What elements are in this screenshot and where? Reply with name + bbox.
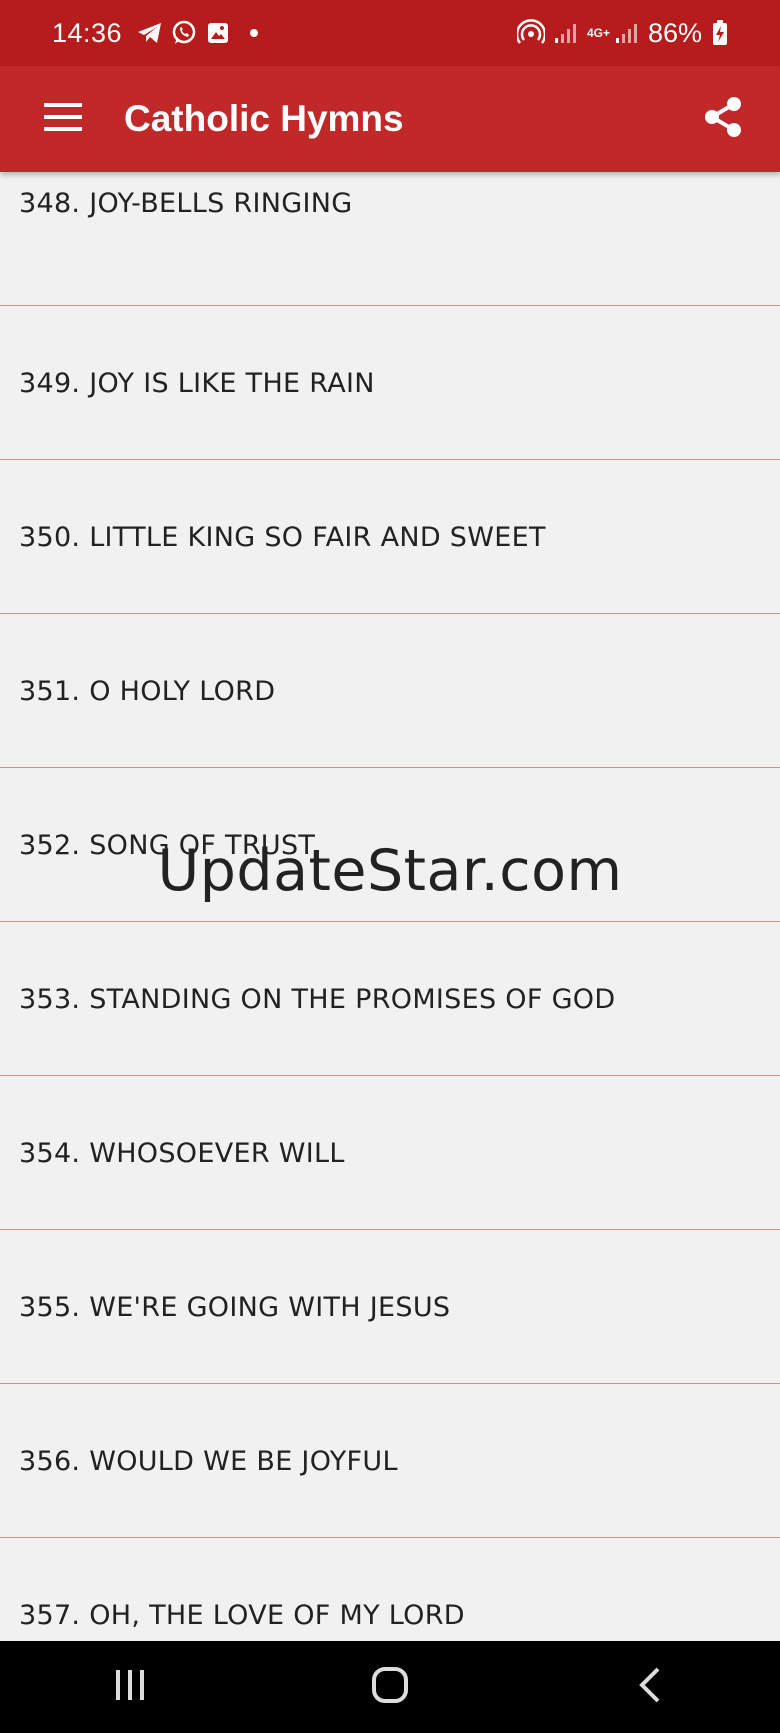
home-button[interactable] xyxy=(345,1647,435,1727)
hymn-list-item[interactable]: 357. OH, THE LOVE OF MY LORD xyxy=(0,1538,780,1641)
share-icon xyxy=(703,96,743,143)
hymn-list-item[interactable]: 349. JOY IS LIKE THE RAIN xyxy=(0,306,780,460)
share-button[interactable] xyxy=(692,88,754,150)
hymn-list-item[interactable]: 355. WE'RE GOING WITH JESUS xyxy=(0,1230,780,1384)
hymn-title: 355. WE'RE GOING WITH JESUS xyxy=(19,1292,451,1323)
home-icon xyxy=(372,1666,408,1708)
status-left: 14:36 xyxy=(52,17,259,49)
hymn-title: 356. WOULD WE BE JOYFUL xyxy=(19,1446,398,1477)
page-title: Catholic Hymns xyxy=(124,98,404,139)
hymn-title: 353. STANDING ON THE PROMISES OF GOD xyxy=(19,984,616,1015)
notification-dot xyxy=(250,29,259,37)
hymn-title: 348. JOY-BELLS RINGING xyxy=(19,188,353,219)
status-time: 14:36 xyxy=(52,17,123,48)
recents-icon xyxy=(113,1669,147,1705)
recents-button[interactable] xyxy=(85,1647,175,1727)
hamburger-menu-icon xyxy=(44,102,82,136)
status-bar: 14:36 4G+ 86% xyxy=(0,0,780,66)
hymn-list-item[interactable]: 352. SONG OF TRUST xyxy=(0,768,780,922)
hymn-title: 352. SONG OF TRUST xyxy=(19,830,316,861)
signal-icon xyxy=(551,19,579,47)
whatsapp-icon xyxy=(170,19,198,47)
hymn-title: 351. O HOLY LORD xyxy=(19,676,276,707)
hymn-list-item[interactable]: 356. WOULD WE BE JOYFUL xyxy=(0,1384,780,1538)
hymn-title: 357. OH, THE LOVE OF MY LORD xyxy=(19,1600,465,1631)
hotspot-icon xyxy=(516,19,545,47)
signal-icon xyxy=(612,19,640,47)
battery-charging-icon xyxy=(706,19,734,47)
status-right: 4G+ 86% xyxy=(516,17,740,49)
menu-button[interactable] xyxy=(32,88,94,150)
hymn-list: 348. JOY-BELLS RINGING 349. JOY IS LIKE … xyxy=(0,172,780,1641)
battery-percent: 86% xyxy=(647,17,702,48)
app-bar: Catholic Hymns xyxy=(0,66,780,172)
gallery-icon xyxy=(204,19,232,47)
navigation-bar xyxy=(0,1641,780,1733)
hymn-list-item[interactable]: 350. LITTLE KING SO FAIR AND SWEET xyxy=(0,460,780,614)
hymn-title: 354. WHOSOEVER WILL xyxy=(19,1138,345,1169)
hymn-list-item[interactable]: 354. WHOSOEVER WILL xyxy=(0,1076,780,1230)
telegram-icon xyxy=(136,19,164,47)
hymn-title: 350. LITTLE KING SO FAIR AND SWEET xyxy=(19,522,546,553)
hymn-title: 349. JOY IS LIKE THE RAIN xyxy=(19,368,375,399)
network-type-label: 4G+ xyxy=(586,26,610,40)
hymn-list-item[interactable]: 353. STANDING ON THE PROMISES OF GOD xyxy=(0,922,780,1076)
hymn-list-item[interactable]: 351. O HOLY LORD xyxy=(0,614,780,768)
hymn-list-item[interactable]: 348. JOY-BELLS RINGING xyxy=(0,172,780,306)
back-icon xyxy=(638,1667,662,1708)
back-button[interactable] xyxy=(605,1647,695,1727)
